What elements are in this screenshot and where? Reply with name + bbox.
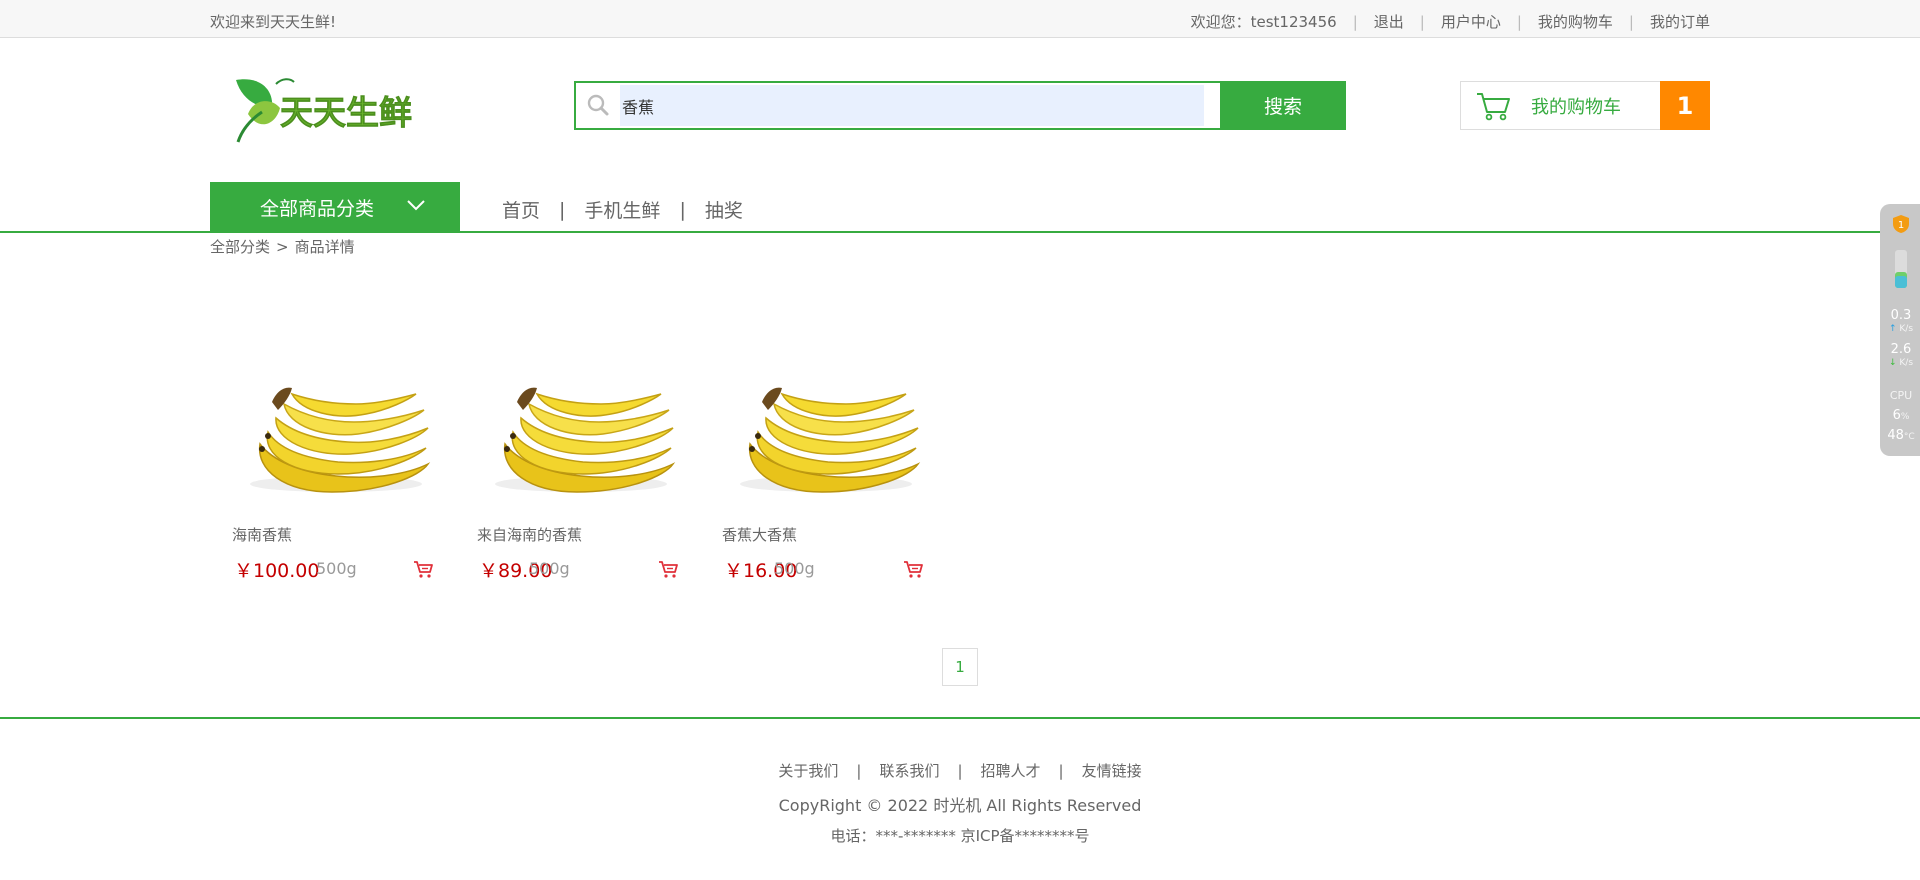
top-bar: 欢迎来到天天生鲜! 欢迎您：test123456 | 退出 | 用户中心 | 我… — [0, 0, 1920, 38]
cart-box[interactable]: 我的购物车 1 — [1460, 81, 1710, 130]
breadcrumb-current: 商品详情 — [294, 238, 355, 256]
footer-links: 关于我们 | 联系我们 | 招聘人才 | 友情链接 — [0, 760, 1920, 781]
arrow-up-icon: ↑ — [1888, 324, 1897, 334]
product-unit: 500g — [774, 559, 815, 578]
copyright-text: CopyRight © 2022 时光机 All Rights Reserved — [778, 796, 1142, 815]
contact-text: 电话：***-******* 京ICP备********号 — [830, 827, 1090, 845]
product-name[interactable]: 海南香蕉 — [232, 524, 292, 545]
system-monitor-widget[interactable]: 1 0.3 ↑ K/s 2.6 ↓ K/s CPU 6% 48°C — [1880, 204, 1920, 456]
cpu-temperature: 48°C — [1887, 428, 1915, 443]
footer-about[interactable]: 关于我们 — [778, 762, 838, 780]
upload-speed: 0.3 — [1890, 308, 1912, 323]
site-logo[interactable]: 天天生鲜 — [228, 72, 424, 152]
page-1-button[interactable]: 1 — [942, 648, 978, 686]
arrow-down-icon: ↓ — [1888, 358, 1897, 368]
memory-gauge-icon — [1895, 250, 1907, 288]
banana-image[interactable] — [477, 352, 677, 522]
breadcrumb-root[interactable]: 全部分类 — [210, 238, 270, 256]
add-to-cart-icon[interactable] — [902, 558, 924, 580]
product-card[interactable]: 来自海南的香蕉 ￥89.00 500g — [455, 300, 700, 590]
cpu-usage: 6% — [1892, 408, 1910, 423]
search-icon — [576, 83, 620, 128]
nav-mobile-fresh[interactable]: 手机生鲜 — [584, 196, 660, 223]
logout-link[interactable]: 退出 — [1374, 11, 1404, 32]
cart-count-badge: 1 — [1660, 81, 1710, 130]
footer-friend-links[interactable]: 友情链接 — [1082, 762, 1142, 780]
download-speed: 2.6 — [1890, 342, 1912, 357]
user-center-link[interactable]: 用户中心 — [1441, 11, 1501, 32]
product-price: ￥100.00 — [234, 560, 320, 582]
separator: | — [856, 762, 862, 780]
separator: | — [1419, 12, 1425, 31]
svg-text:1: 1 — [1898, 220, 1904, 231]
logo-text: 天天生鲜 — [280, 93, 412, 132]
product-unit: 500g — [529, 559, 570, 578]
product-card[interactable]: 香蕉大香蕉 ￥16.00 500g — [700, 300, 945, 590]
footer-contact[interactable]: 联系我们 — [879, 762, 939, 780]
separator: | — [1516, 12, 1522, 31]
main-nav: 首页 | 手机生鲜 | 抽奖 — [502, 196, 743, 223]
my-orders-link[interactable]: 我的订单 — [1650, 11, 1710, 32]
user-greeting: 欢迎您：test123456 — [1190, 13, 1337, 31]
banana-image[interactable] — [722, 352, 922, 522]
search-input[interactable] — [620, 85, 1204, 126]
footer-jobs[interactable]: 招聘人才 — [981, 762, 1041, 780]
welcome-text: 欢迎来到天天生鲜! — [210, 13, 337, 31]
product-name[interactable]: 来自海南的香蕉 — [477, 524, 582, 545]
search-bar: 搜索 — [574, 81, 1346, 130]
footer-divider — [0, 717, 1920, 719]
all-categories-button[interactable]: 全部商品分类 — [210, 182, 460, 232]
nav-home[interactable]: 首页 — [502, 196, 540, 223]
all-categories-label: 全部商品分类 — [260, 197, 375, 220]
nav-lottery[interactable]: 抽奖 — [705, 196, 743, 223]
add-to-cart-icon[interactable] — [657, 558, 679, 580]
separator: | — [679, 198, 686, 221]
cpu-label: CPU — [1889, 389, 1913, 402]
product-unit: 500g — [316, 559, 357, 578]
add-to-cart-icon[interactable] — [412, 558, 434, 580]
separator: | — [1058, 762, 1064, 780]
shield-icon: 1 — [1893, 215, 1909, 233]
cart-label: 我的购物车 — [1531, 96, 1621, 118]
upload-unit: ↑ K/s — [1888, 324, 1914, 334]
nav-divider — [0, 231, 1920, 233]
separator: | — [1352, 12, 1358, 31]
separator: | — [957, 762, 963, 780]
download-unit: ↓ K/s — [1888, 358, 1914, 368]
my-cart-link[interactable]: 我的购物车 — [1538, 11, 1613, 32]
banana-image[interactable] — [232, 352, 432, 522]
chevron-down-icon — [407, 200, 425, 211]
top-links: 欢迎您：test123456 | 退出 | 用户中心 | 我的购物车 | 我的订… — [1191, 11, 1710, 32]
product-card[interactable]: 海南香蕉 ￥100.00 500g — [210, 300, 455, 590]
product-name[interactable]: 香蕉大香蕉 — [722, 524, 797, 545]
separator: | — [1628, 12, 1634, 31]
breadcrumb-separator: > — [276, 238, 289, 256]
breadcrumb: 全部分类 > 商品详情 — [210, 236, 355, 257]
separator: | — [559, 198, 566, 221]
search-button[interactable]: 搜索 — [1220, 81, 1346, 130]
cart-icon — [1461, 82, 1531, 129]
